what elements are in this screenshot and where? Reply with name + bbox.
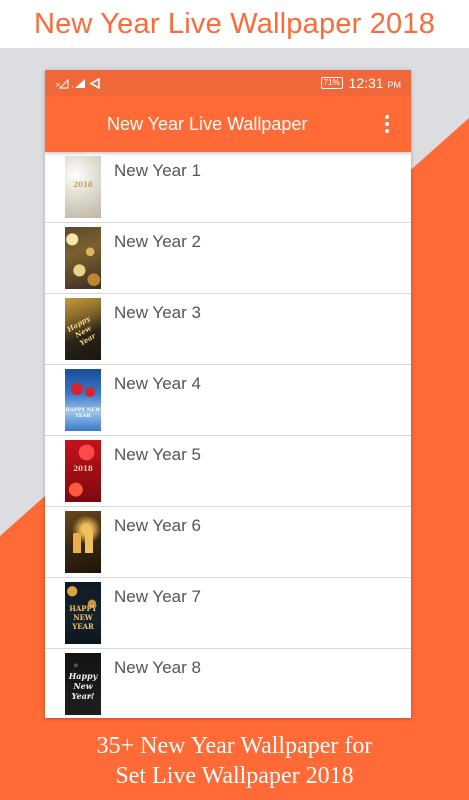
list-item[interactable]: 2018 New Year 5 [45, 436, 411, 507]
list-item[interactable]: Happy New Year! New Year 8 [45, 649, 411, 718]
wallpaper-thumbnail: 2018 [65, 156, 101, 218]
svg-text:ᵢ: ᵢ [72, 83, 73, 89]
thumbnail-text: Happy New Year [65, 313, 98, 348]
wallpaper-thumbnail: HAPPY NEW YEAR [65, 582, 101, 644]
phone-screen: × ᵢ 71% 12:31 PM New Year Live Wallpaper… [45, 70, 411, 718]
thumbnail-text: Happy New Year! [68, 671, 98, 701]
promo-caption: 35+ New Year Wallpaper for Set Live Wall… [0, 731, 469, 791]
thumbnail-text: 2018 [73, 180, 93, 189]
list-item-label: New Year 2 [114, 232, 201, 251]
list-item-label: New Year 6 [114, 516, 201, 535]
list-item[interactable]: HAPPY NEW YEAR New Year 4 [45, 365, 411, 436]
wallpaper-thumbnail: 2018 [65, 440, 101, 502]
app-title: New Year Live Wallpaper [107, 114, 308, 134]
navigation-arrow-icon [89, 78, 101, 89]
wallpaper-thumbnail [65, 227, 101, 289]
thumbnail-text: HAPPY NEW YEAR [65, 407, 101, 419]
list-item-label: New Year 1 [114, 161, 201, 180]
thumbnail-text: 2018 [73, 464, 93, 473]
status-icons-right: 71% 12:31 PM [320, 74, 401, 92]
list-item-label: New Year 4 [114, 374, 201, 393]
list-item[interactable]: 2018 New Year 1 [45, 152, 411, 223]
list-item[interactable]: New Year 6 [45, 507, 411, 578]
list-item[interactable]: New Year 2 [45, 223, 411, 294]
clock: 12:31 PM [349, 75, 401, 91]
list-item[interactable]: HAPPY NEW YEAR New Year 7 [45, 578, 411, 649]
wallpaper-thumbnail: HAPPY NEW YEAR [65, 369, 101, 431]
list-item-label: New Year 3 [114, 303, 201, 322]
wallpaper-list: 2018 New Year 1 New Year 2 Happy New Yea… [45, 152, 411, 718]
thumbnail-text: HAPPY NEW YEAR [69, 604, 97, 631]
promo-caption-line-1: 35+ New Year Wallpaper for [96, 733, 373, 759]
signal-icon: × [55, 78, 69, 89]
wallpaper-thumbnail [65, 511, 101, 573]
clock-suffix: PM [387, 80, 402, 90]
list-item-label: New Year 5 [114, 445, 201, 464]
list-item-label: New Year 7 [114, 587, 201, 606]
status-bar: × ᵢ 71% 12:31 PM [45, 70, 411, 96]
battery-icon: 71% [320, 77, 343, 89]
wallpaper-thumbnail: Happy New Year [65, 298, 101, 360]
list-item[interactable]: Happy New Year New Year 3 [45, 294, 411, 365]
promo-title: New Year Live Wallpaper 2018 [33, 8, 436, 40]
signal-icon-2: ᵢ [72, 78, 85, 89]
clock-time: 12:31 [348, 75, 384, 91]
list-item-label: New Year 8 [114, 658, 201, 677]
status-icons-left: × ᵢ [55, 75, 101, 91]
more-vert-icon[interactable] [375, 110, 399, 138]
promo-caption-line-2: Set Live Wallpaper 2018 [115, 763, 354, 789]
app-bar: New Year Live Wallpaper [45, 96, 411, 152]
wallpaper-thumbnail: Happy New Year! [65, 653, 101, 715]
